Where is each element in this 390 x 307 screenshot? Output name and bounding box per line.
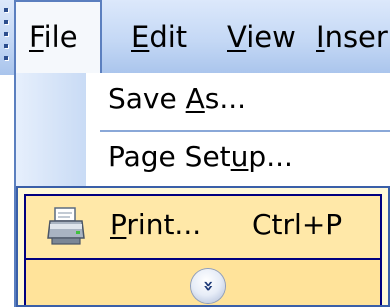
save-as-mnemonic: A [185, 82, 205, 115]
print-label-post: rint... [126, 208, 202, 241]
menu-bar: File Edit View Inser [0, 0, 390, 75]
print-label: Print... [110, 208, 201, 241]
menu-icon-column [16, 73, 86, 186]
file-dropdown-menu: Save As... Page Setup... Print... Ctrl+P… [14, 73, 390, 307]
expand-menu-row[interactable]: » [26, 260, 380, 305]
menu-item-print[interactable]: Print... Ctrl+P [26, 196, 380, 260]
print-mnemonic: P [110, 208, 127, 241]
toolbar-grip-dot [4, 56, 8, 60]
application-window: File Edit View Inser Save As... Page Set… [0, 0, 390, 307]
highlighted-menu-section: Print... Ctrl+P » [16, 186, 390, 307]
expand-chevrons-icon[interactable]: » [191, 269, 225, 303]
menu-insert-label: nser [324, 20, 388, 54]
save-as-label-pre: Save [108, 82, 186, 115]
menu-file-mnemonic: F [29, 20, 44, 54]
toolbar-grip-dot [4, 44, 8, 48]
menu-edit-label: dit [149, 20, 188, 54]
toolbar-grip-dot [4, 8, 8, 12]
highlight-frame: Print... Ctrl+P » [24, 194, 382, 305]
menu-edit-mnemonic: E [131, 20, 150, 54]
save-as-label-post: s... [204, 82, 247, 115]
menu-insert-mnemonic: I [316, 20, 325, 54]
toolbar-grip-dot [4, 20, 8, 24]
page-setup-mnemonic: u [230, 140, 249, 173]
menu-file[interactable]: File [14, 0, 102, 75]
toolbar-grip-dot [4, 32, 8, 36]
menu-view-label: iew [246, 20, 296, 54]
menu-item-page-setup[interactable]: Page Setup... [108, 140, 293, 173]
page-setup-label-post: p... [248, 140, 293, 173]
menu-item-save-as[interactable]: Save As... [108, 82, 246, 115]
menu-file-label: ile [43, 20, 78, 54]
menu-insert[interactable]: Inser [316, 0, 388, 75]
printer-icon [47, 207, 85, 245]
page-setup-label-pre: Page Set [108, 140, 231, 173]
expand-glyph: » [197, 280, 219, 292]
print-shortcut: Ctrl+P [252, 208, 343, 241]
menu-view-mnemonic: V [227, 20, 247, 54]
menu-edit[interactable]: Edit [131, 0, 187, 75]
menu-view[interactable]: View [227, 0, 296, 75]
menu-separator [100, 130, 390, 132]
